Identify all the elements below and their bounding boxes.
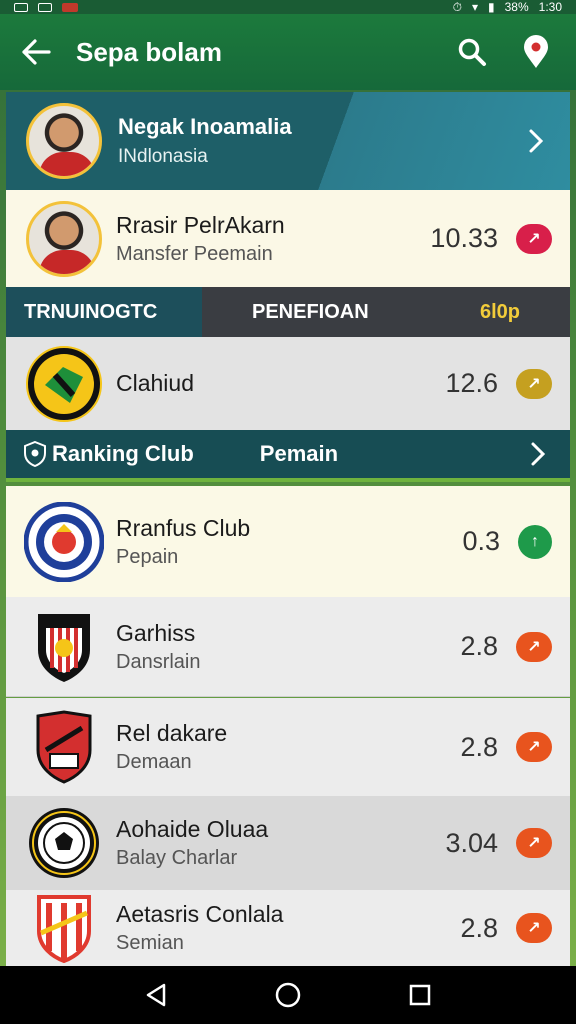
clock: 1:30 (538, 0, 562, 14)
battery-text: 38% (504, 0, 529, 14)
list-item-score: 10.33 (430, 223, 498, 253)
list-item-name: Garhiss (116, 619, 196, 646)
list-item-score: 2.8 (460, 731, 498, 762)
tab-strip: TRNUINOGTC PENEFIOAN 6l0p (6, 287, 570, 337)
player-avatar (26, 200, 102, 277)
trend-badge-icon[interactable]: ↗ (516, 828, 552, 858)
message-icon (38, 2, 52, 12)
list-item-name: Aetasris Conlala (116, 901, 284, 927)
trend-badge-icon[interactable]: ↗ (516, 732, 552, 762)
trend-badge-icon[interactable]: ↗ (516, 631, 552, 662)
list-item-subtitle: Balay Charlar (116, 847, 238, 869)
list-item[interactable]: Aohaide Oluaa Balay Charlar 3.04 ↗ (6, 796, 570, 890)
ranking-club-bar[interactable]: Ranking Club Pemain (6, 430, 570, 482)
wifi-icon: ▾ (471, 0, 478, 14)
list-item-score: 12.6 (445, 368, 498, 398)
recents-square-icon[interactable] (400, 975, 440, 1015)
player-name: Negak Inoamalia (118, 114, 292, 139)
tab-value: 6l0p (479, 300, 520, 323)
player-country: INdlonasia (118, 146, 208, 167)
app-notification-icon (62, 2, 78, 12)
search-icon[interactable] (450, 30, 494, 74)
back-arrow-icon[interactable] (18, 34, 54, 70)
list-item-subtitle: Dansrlain (116, 650, 201, 673)
tab-training[interactable]: TRNUINOGTC (6, 287, 202, 337)
chevron-right-icon[interactable] (522, 127, 550, 155)
club-logo-icon (24, 707, 104, 787)
list-item-name: Clahiud (116, 370, 194, 396)
status-bar: ⏱ ▾ ▮ 38% 1:30 (0, 0, 576, 14)
list-item-name: Rrasir PelrAkarn (116, 211, 285, 238)
list-item-subtitle: Semian (116, 932, 184, 954)
page-title: Sepa bolam (76, 36, 222, 67)
system-nav-bar (0, 966, 576, 1024)
shield-icon (24, 441, 46, 467)
club-logo-icon (24, 803, 104, 883)
trend-badge-icon[interactable]: ↗ (516, 913, 552, 943)
club-logo-icon (24, 501, 104, 582)
list-item[interactable]: Garhiss Dansrlain 2.8 ↗ (6, 597, 570, 697)
ranking-label: Ranking Club (52, 441, 194, 466)
ranking-player-label: Pemain (259, 441, 339, 466)
chevron-right-icon[interactable] (524, 440, 552, 468)
club-logo-icon (24, 607, 104, 687)
trend-badge-icon[interactable]: ↗ (516, 223, 552, 254)
list-item[interactable]: Rranfus Club Pepain 0.3 ↑ (6, 486, 570, 597)
list-item-subtitle: Demaan (116, 751, 192, 773)
list-item-name: Aohaide Oluaa (116, 816, 269, 842)
list-item[interactable]: Rel dakare Demaan 2.8 ↗ (6, 698, 570, 796)
list-item-score: 2.8 (460, 631, 498, 661)
list-item-subtitle: Pepain (116, 545, 179, 568)
list-item-score: 3.04 (445, 827, 498, 858)
player-header-card[interactable]: Negak Inoamalia INdlonasia (6, 92, 570, 190)
club-logo-icon (24, 344, 104, 424)
player-avatar (26, 103, 102, 179)
list-item-name: Rel dakare (116, 720, 228, 746)
back-triangle-icon[interactable] (136, 975, 176, 1015)
tab-penerimaan[interactable]: PENEFIOAN 6l0p (202, 287, 570, 337)
trend-badge-icon[interactable]: ↗ (516, 368, 552, 399)
tab-label: PENEFIOAN (252, 300, 369, 323)
club-row[interactable]: Clahiud 12.6 ↗ (6, 337, 570, 430)
list-item-subtitle: Mansfer Peemain (116, 242, 273, 265)
signal-icon: ▮ (488, 0, 495, 14)
list-item[interactable]: Aetasris Conlala Semian 2.8 ↗ (6, 890, 570, 966)
up-arrow-icon[interactable]: ↑ (518, 524, 552, 559)
list-item-score: 2.8 (460, 912, 498, 943)
alarm-icon: ⏱ (452, 0, 462, 14)
featured-player-row[interactable]: Rrasir PelrAkarn Mansfer Peemain 10.33 ↗ (6, 190, 570, 287)
home-circle-icon[interactable] (268, 975, 308, 1015)
location-pin-icon[interactable] (514, 30, 558, 74)
list-item-score: 0.3 (462, 526, 500, 556)
list-item-name: Rranfus Club (116, 514, 251, 541)
club-logo-icon (24, 888, 104, 968)
app-bar: Sepa bolam (0, 14, 576, 90)
notification-icon (14, 2, 28, 12)
